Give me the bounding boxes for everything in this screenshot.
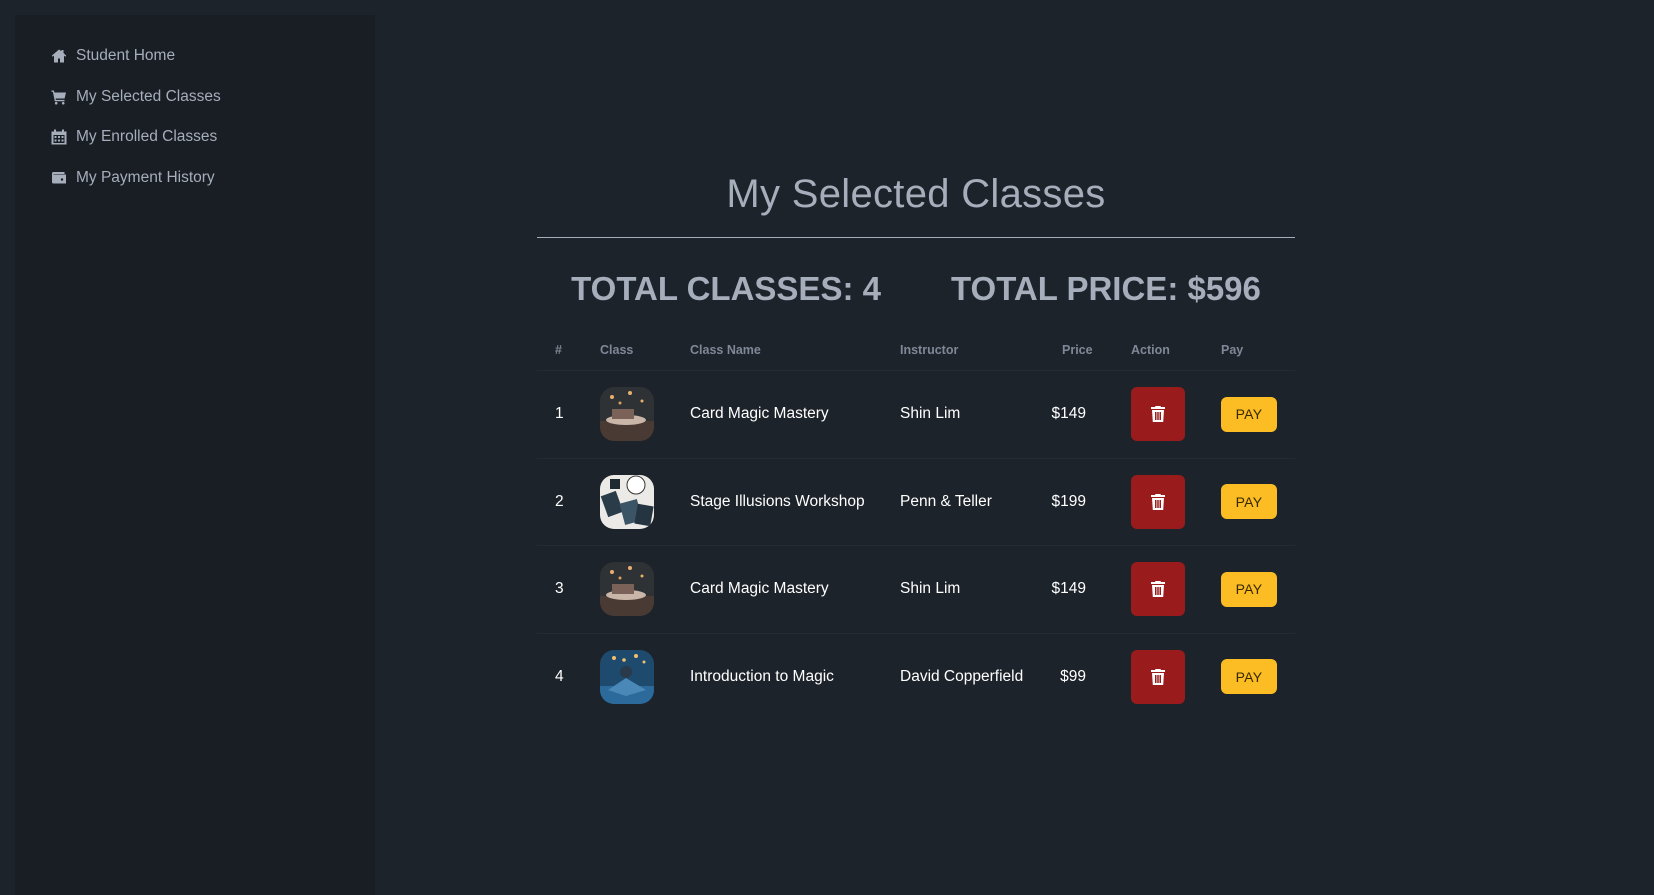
- row-number: 4: [555, 667, 564, 685]
- class-price: $99: [1060, 667, 1086, 685]
- class-thumbnail: [600, 649, 654, 704]
- app-root: Student Home My Selected Classes My Enro…: [0, 0, 1654, 895]
- delete-button[interactable]: [1131, 562, 1185, 617]
- header-pay: Pay: [1221, 343, 1244, 357]
- delete-button[interactable]: [1131, 649, 1185, 704]
- row-number: 3: [555, 580, 564, 598]
- sidebar: Student Home My Selected Classes My Enro…: [15, 15, 375, 895]
- table-row: 3 Card Magic Mastery Shin Lim $149 PAY: [537, 545, 1295, 633]
- pay-button[interactable]: PAY: [1221, 659, 1277, 695]
- sidebar-item-my-enrolled-classes[interactable]: My Enrolled Classes: [51, 124, 375, 150]
- selected-classes-table: # Class Class Name Instructor Price Acti…: [537, 330, 1295, 720]
- instructor-name: Penn & Teller: [900, 492, 992, 510]
- total-price: TOTAL PRICE: $596: [950, 270, 1261, 307]
- sidebar-item-label: My Payment History: [76, 168, 215, 186]
- instructor-name: Shin Lim: [900, 405, 961, 423]
- trash-icon: [1151, 581, 1165, 598]
- table-row: 1 Card Magic Mastery Shin Lim $149 PAY: [537, 370, 1295, 458]
- class-name: Introduction to Magic: [690, 667, 834, 685]
- delete-button[interactable]: [1131, 474, 1185, 529]
- header-action: Action: [1131, 343, 1170, 357]
- sidebar-item-my-payment-history[interactable]: My Payment History: [51, 165, 375, 191]
- class-price: $149: [1051, 405, 1086, 423]
- trash-icon: [1151, 668, 1165, 685]
- class-name: Card Magic Mastery: [690, 405, 829, 423]
- class-name: Stage Illusions Workshop: [690, 492, 865, 510]
- table-row: 2 Stage Illusions Workshop Penn & Teller…: [537, 457, 1295, 546]
- header-num: #: [555, 343, 562, 357]
- header-price: Price: [1062, 343, 1093, 357]
- sidebar-item-label: My Selected Classes: [76, 87, 221, 105]
- page-title: My Selected Classes: [726, 172, 1106, 216]
- trash-icon: [1151, 493, 1165, 510]
- action-cell: [1131, 562, 1185, 617]
- pay-cell: PAY: [1221, 484, 1277, 520]
- pay-cell: PAY: [1221, 571, 1277, 607]
- pay-button[interactable]: PAY: [1221, 484, 1277, 520]
- action-cell: [1131, 387, 1185, 442]
- title-divider: [537, 237, 1295, 238]
- class-price: $199: [1051, 492, 1086, 510]
- calendar-icon: [51, 129, 67, 145]
- cart-icon: [51, 89, 67, 105]
- sidebar-item-student-home[interactable]: Student Home: [51, 43, 375, 69]
- class-name: Card Magic Mastery: [690, 580, 829, 598]
- row-number: 2: [555, 492, 564, 510]
- pay-cell: PAY: [1221, 396, 1277, 432]
- total-classes: TOTAL CLASSES: 4: [571, 270, 881, 307]
- table-row: 4 Introduction to Magic David Copperfiel…: [537, 632, 1295, 721]
- header-class: Class: [600, 343, 634, 357]
- pay-button[interactable]: PAY: [1221, 396, 1277, 432]
- delete-button[interactable]: [1131, 387, 1185, 442]
- action-cell: [1131, 649, 1185, 704]
- class-price: $149: [1051, 580, 1086, 598]
- class-thumbnail: [600, 474, 654, 529]
- pay-cell: PAY: [1221, 659, 1277, 695]
- table-header: # Class Class Name Instructor Price Acti…: [537, 330, 1295, 370]
- instructor-name: David Copperfield: [900, 667, 1024, 685]
- pay-button[interactable]: PAY: [1221, 571, 1277, 607]
- sidebar-item-label: Student Home: [76, 47, 176, 64]
- trash-icon: [1151, 406, 1165, 423]
- header-instructor: Instructor: [900, 343, 959, 357]
- row-number: 1: [555, 405, 564, 423]
- totals-summary: TOTAL CLASSES: 4 TOTAL PRICE: $596: [537, 270, 1295, 308]
- instructor-name: Shin Lim: [900, 580, 961, 598]
- sidebar-item-label: My Enrolled Classes: [76, 128, 218, 145]
- wallet-icon: [51, 170, 67, 186]
- home-icon: [51, 48, 67, 64]
- action-cell: [1131, 474, 1185, 529]
- header-class-name: Class Name: [690, 343, 761, 357]
- class-thumbnail: [600, 387, 654, 442]
- sidebar-item-my-selected-classes[interactable]: My Selected Classes: [51, 84, 375, 110]
- class-thumbnail: [600, 562, 654, 617]
